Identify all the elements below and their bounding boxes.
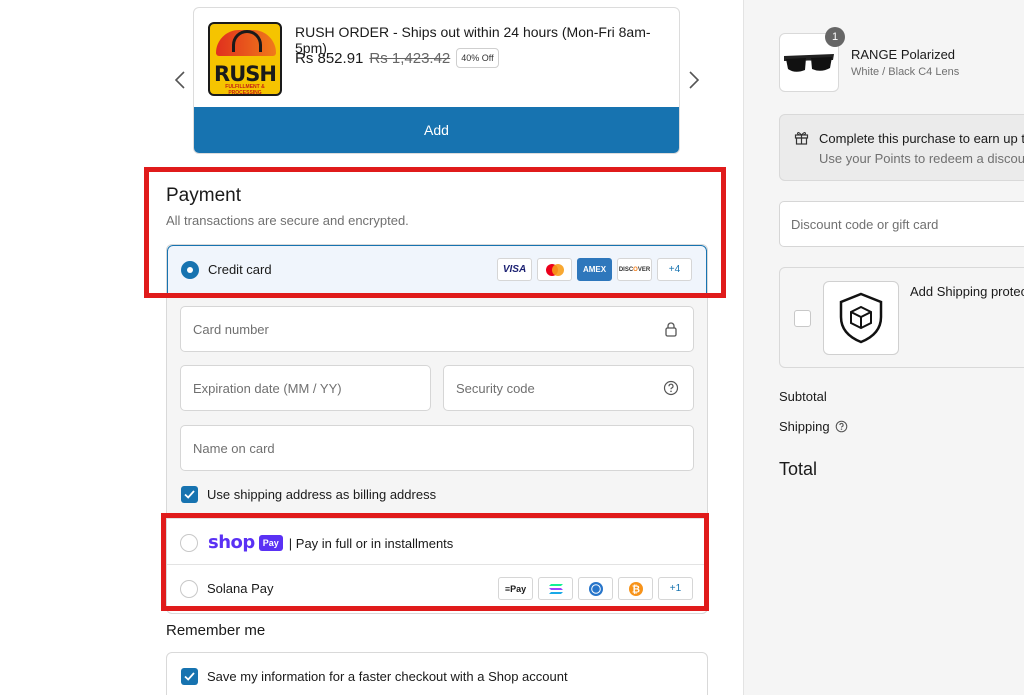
- solana-pay-radio[interactable]: [180, 580, 198, 598]
- save-info-box: Save my information for a faster checkou…: [166, 652, 708, 695]
- quantity-badge: 1: [825, 27, 845, 47]
- shield-box-icon: [839, 292, 883, 344]
- rush-logo-subtext: FULFILLMENT & PROCESSING: [225, 84, 265, 96]
- discount-code-input[interactable]: Discount code or gift card: [779, 201, 1024, 247]
- checkmark-icon: [184, 490, 195, 499]
- product-name: RANGE Polarized: [851, 47, 956, 62]
- crypto-logos: ≡Pay ₿ +1: [498, 577, 693, 600]
- save-info-label: Save my information for a faster checkou…: [207, 669, 568, 684]
- expiration-date-field[interactable]: Expiration date (MM / YY): [180, 365, 431, 411]
- lock-icon: [665, 322, 677, 337]
- visa-icon: VISA: [497, 258, 532, 281]
- solana-pay-label: Solana Pay: [207, 581, 274, 596]
- name-on-card-field[interactable]: Name on card: [180, 425, 694, 471]
- add-upsell-button[interactable]: Add: [194, 107, 679, 153]
- chevron-left-icon: [174, 71, 185, 89]
- name-on-card-placeholder: Name on card: [193, 441, 275, 456]
- more-cards-badge: +4: [657, 258, 692, 281]
- usdc-icon: [578, 577, 613, 600]
- more-crypto-badge: +1: [658, 577, 693, 600]
- shop-pay-radio[interactable]: [180, 534, 198, 552]
- payment-option-credit-card[interactable]: Credit card VISA AMEX DISCOVER +4: [167, 245, 707, 294]
- solana-pay-icon: ≡Pay: [498, 577, 533, 600]
- payment-subtitle: All transactions are secure and encrypte…: [166, 213, 409, 228]
- checkmark-icon: [184, 672, 195, 681]
- help-circle-icon[interactable]: [835, 420, 848, 433]
- credit-card-radio[interactable]: [181, 261, 199, 279]
- upsell-price: Rs 852.91: [295, 49, 364, 67]
- order-summary: 1 RANGE Polarized White / Black C4 Lens …: [743, 0, 1024, 695]
- payment-option-solana-pay[interactable]: Solana Pay ≡Pay ₿ +1: [167, 564, 707, 611]
- shop-pay-brand: shop: [208, 532, 255, 553]
- svg-text:₿: ₿: [631, 583, 639, 595]
- shipping-protection-image: [823, 281, 899, 355]
- shipping-protection-checkbox[interactable]: [794, 310, 811, 327]
- shipping-protection-option: Add Shipping protec: [779, 267, 1024, 368]
- payment-methods: Credit card VISA AMEX DISCOVER +4 Card n…: [166, 244, 708, 614]
- rush-order-logo: RUSH FULFILLMENT & PROCESSING: [208, 22, 282, 96]
- help-circle-icon[interactable]: [663, 380, 679, 396]
- remember-me-title: Remember me: [166, 622, 266, 639]
- amex-icon: AMEX: [577, 258, 612, 281]
- shipping-protection-label: Add Shipping protec: [910, 284, 1024, 299]
- save-info-checkbox[interactable]: [181, 668, 198, 685]
- total-label: Total: [779, 459, 818, 479]
- payment-title: Payment: [166, 185, 241, 206]
- discount-placeholder: Discount code or gift card: [791, 217, 939, 232]
- card-number-placeholder: Card number: [193, 322, 269, 337]
- expiration-placeholder: Expiration date (MM / YY): [193, 381, 342, 396]
- mastercard-icon: [537, 258, 572, 281]
- shipping-label: Shipping: [779, 419, 830, 434]
- discount-badge: 40% Off: [456, 48, 499, 68]
- billing-address-label: Use shipping address as billing address: [207, 487, 437, 502]
- upsell-compare-price: Rs 1,423.42: [369, 49, 451, 67]
- carousel-prev-button[interactable]: [170, 68, 190, 92]
- credit-card-label: Credit card: [208, 262, 272, 277]
- shop-pay-badge: Pay: [258, 535, 283, 551]
- shop-pay-text: | Pay in full or in installments: [288, 535, 454, 551]
- discover-icon: DISCOVER: [617, 258, 652, 281]
- carousel-next-button[interactable]: [684, 68, 704, 92]
- gift-icon: [794, 131, 809, 145]
- checkout-main-column: RUSH FULFILLMENT & PROCESSING RUSH ORDER…: [0, 0, 743, 695]
- upsell-prices: Rs 852.91 Rs 1,423.42 40% Off: [295, 48, 499, 68]
- product-variant: White / Black C4 Lens: [851, 66, 960, 78]
- points-banner: Complete this purchase to earn up t Use …: [779, 114, 1024, 181]
- billing-address-checkbox[interactable]: [181, 486, 198, 503]
- upsell-card: RUSH FULFILLMENT & PROCESSING RUSH ORDER…: [193, 7, 680, 154]
- shop-pay-logo: shop Pay | Pay in full or in installment…: [208, 534, 453, 552]
- points-line-1: Complete this purchase to earn up t: [819, 131, 1024, 146]
- subtotal-label: Subtotal: [779, 389, 827, 404]
- security-code-placeholder: Security code: [456, 381, 535, 396]
- payment-option-shop-pay[interactable]: shop Pay | Pay in full or in installment…: [167, 518, 707, 565]
- shipping-row: Shipping: [779, 419, 848, 434]
- rush-logo-text: RUSH: [214, 62, 277, 86]
- bitcoin-icon: ₿: [618, 577, 653, 600]
- security-code-field[interactable]: Security code: [443, 365, 694, 411]
- card-number-field[interactable]: Card number: [180, 306, 694, 352]
- points-line-2: Use your Points to redeem a discou: [819, 151, 1024, 166]
- chevron-right-icon: [689, 71, 700, 89]
- card-brand-logos: VISA AMEX DISCOVER +4: [497, 258, 692, 281]
- solana-icon: [538, 577, 573, 600]
- credit-card-form: Card number Expiration date (MM / YY) Se…: [167, 294, 707, 519]
